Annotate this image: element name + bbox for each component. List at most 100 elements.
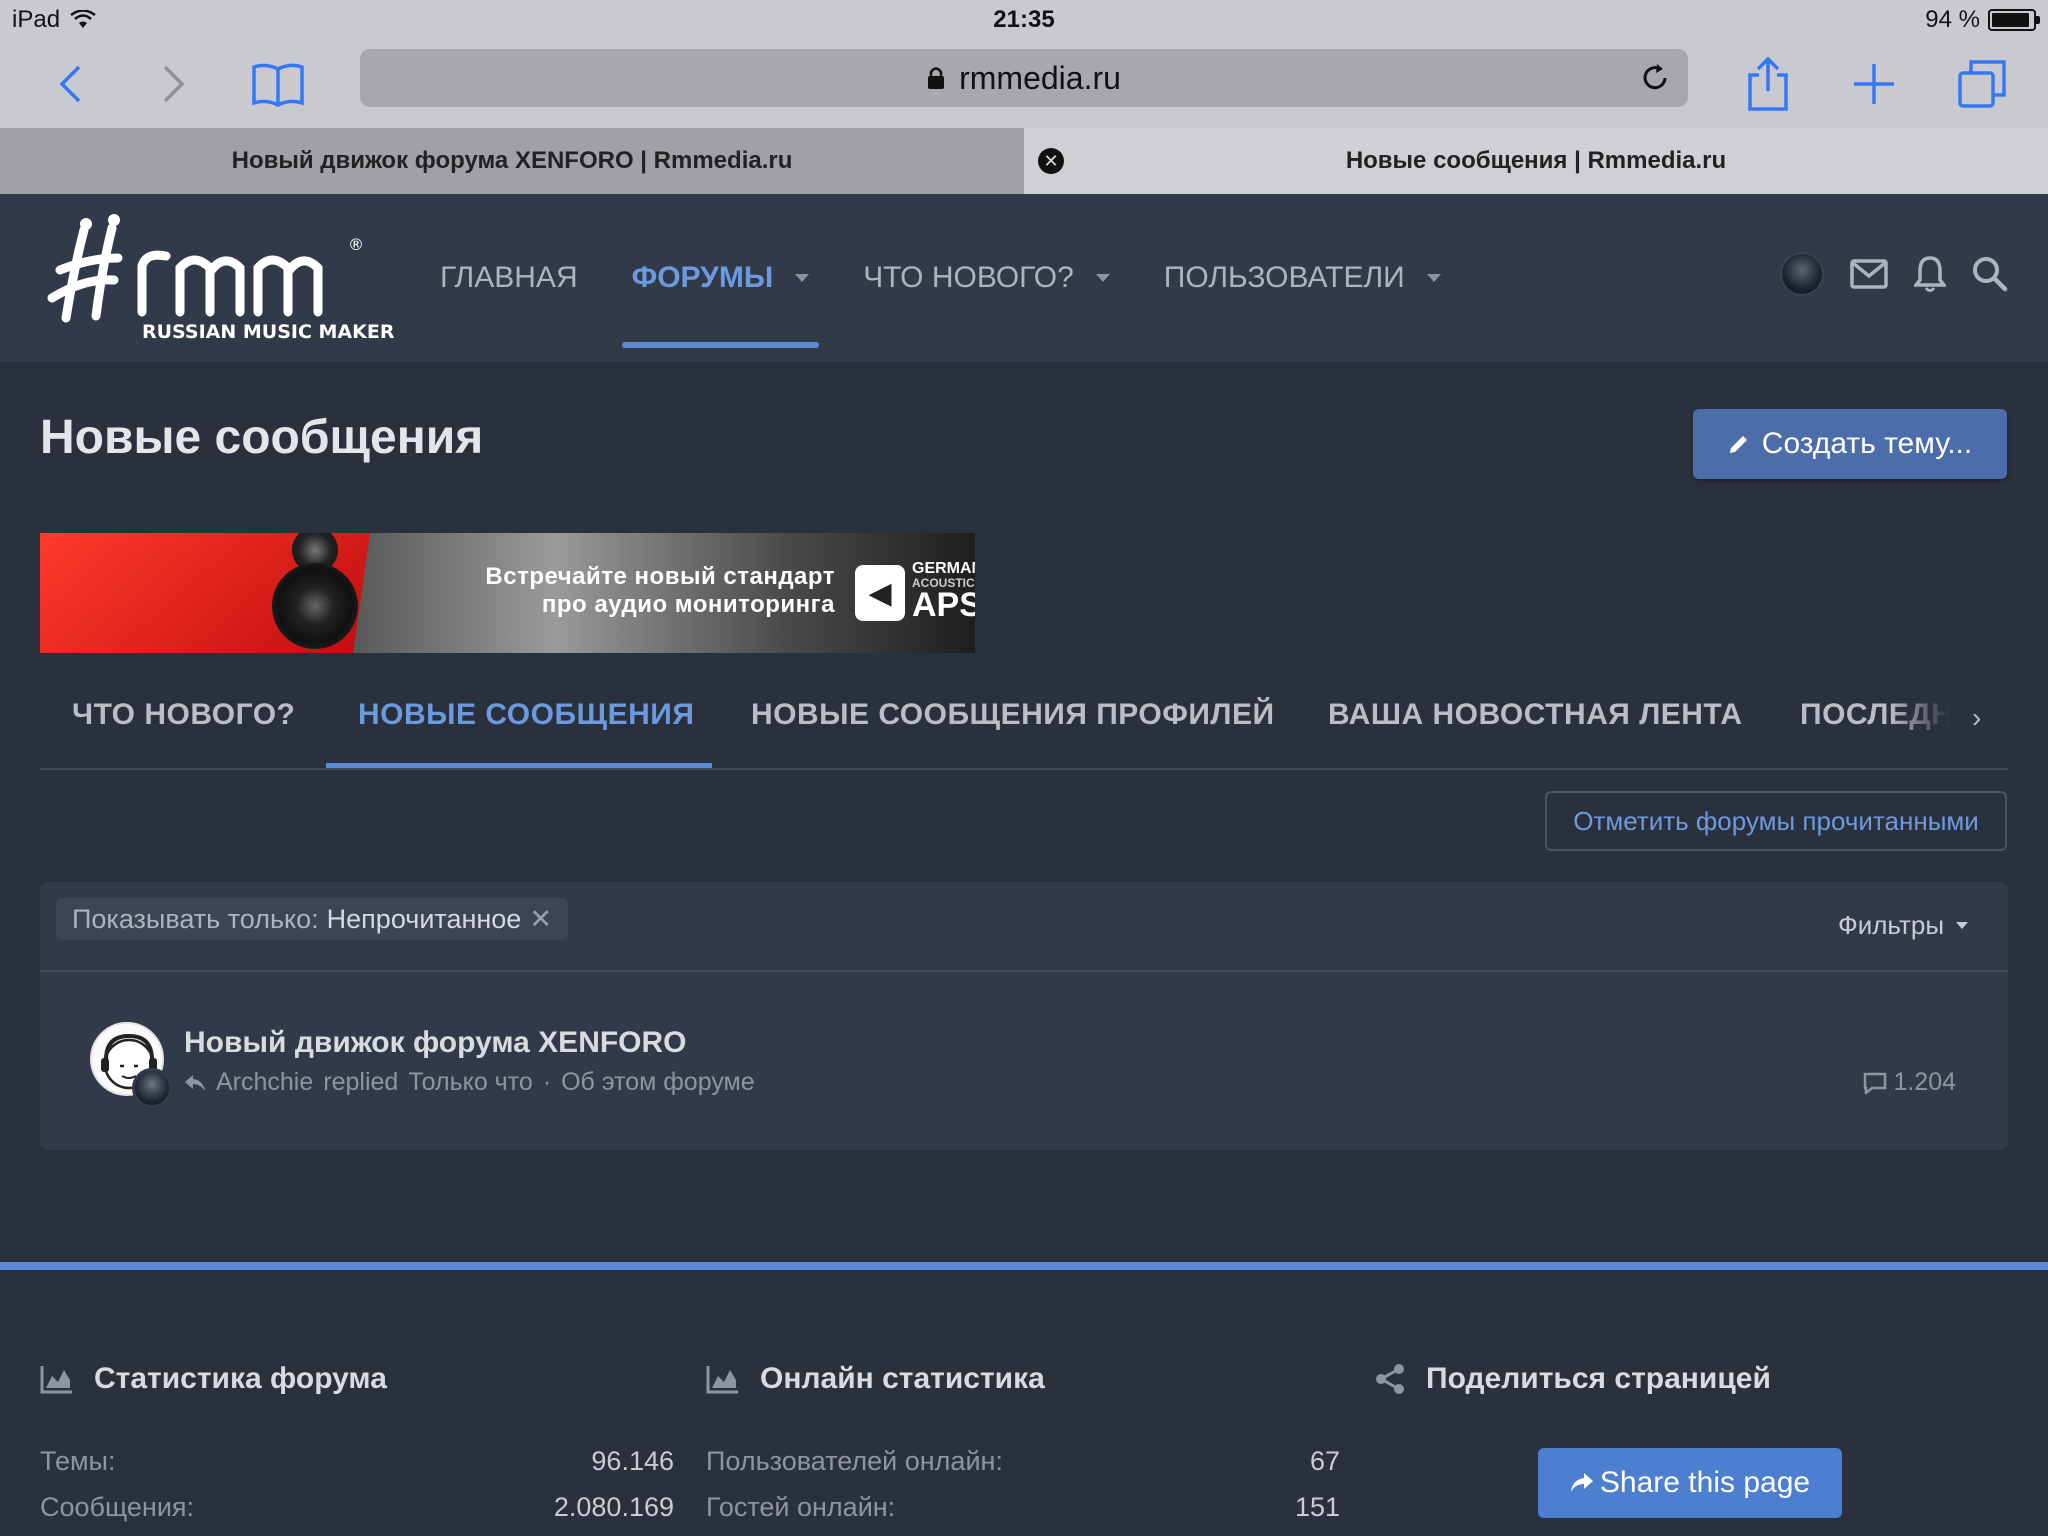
create-thread-button[interactable]: Создать тему... xyxy=(1693,409,2007,479)
nav-label: ГЛАВНАЯ xyxy=(440,261,578,294)
chevron-down-icon[interactable] xyxy=(795,274,810,282)
filters-label: Фильтры xyxy=(1837,910,1944,940)
share-heading: Поделиться страницей xyxy=(1426,1362,1771,1395)
reply-count-value: 1.204 xyxy=(1893,1068,1956,1096)
address-bar[interactable]: rmmedia.ru xyxy=(360,49,1688,107)
chevron-down-icon[interactable] xyxy=(1095,274,1110,282)
nav-active-indicator xyxy=(621,342,820,348)
share-this-page-button[interactable]: Share this page xyxy=(1538,1448,1842,1518)
tab-new-posts[interactable]: НОВЫЕ СООБЩЕНИЯ xyxy=(358,698,694,732)
battery-percent: 94 % xyxy=(1925,6,1980,33)
new-tab-icon xyxy=(1854,64,1894,104)
footer-accent-line xyxy=(0,1262,2048,1270)
share-icon xyxy=(1748,57,1788,111)
share-nodes-icon xyxy=(1376,1364,1404,1394)
browser-tab-title: Новый движок форума XENFORO | Rmmedia.ru xyxy=(231,147,793,174)
browser-tab-strip: Новый движок форума XENFORO | Rmmedia.ru… xyxy=(0,128,2048,194)
nav-label: ПОЛЬЗОВАТЕЛИ xyxy=(1163,261,1405,294)
user-avatar[interactable] xyxy=(1780,252,1824,296)
stat-value: 96.146 xyxy=(591,1446,674,1476)
nav-label: ЧТО НОВОГО? xyxy=(863,261,1074,294)
tab-whats-new[interactable]: ЧТО НОВОГО? xyxy=(72,698,295,732)
speaker-brand-icon: ◀ xyxy=(855,565,905,621)
url-text: rmmedia.ru xyxy=(959,59,1121,96)
tab-news-feed[interactable]: ВАША НОВОСТНАЯ ЛЕНТА xyxy=(1328,698,1743,732)
thread-row[interactable]: Новый движок форума XENFORO Archchie rep… xyxy=(40,974,2008,1150)
comment-icon xyxy=(1864,1072,1887,1094)
thread-action: replied xyxy=(323,1068,399,1096)
browser-tab-title: Новые сообщения | Rmmedia.ru xyxy=(1345,147,1727,174)
mark-forums-read-button[interactable]: Отметить форумы прочитанными xyxy=(1545,791,2007,851)
chevron-down-icon xyxy=(1956,922,1968,929)
thread-title[interactable]: Новый движок форума XENFORO xyxy=(184,1026,687,1060)
thread-list-block: Показывать только: Непрочитанное ✕ Фильт… xyxy=(40,882,2008,1150)
clock: 21:35 xyxy=(993,6,1055,33)
forward-button[interactable] xyxy=(142,52,206,116)
filter-bar: Показывать только: Непрочитанное ✕ Фильт… xyxy=(40,882,2008,972)
online-stats-heading: Онлайн статистика xyxy=(760,1362,1045,1395)
tab-active-indicator xyxy=(326,763,712,768)
last-poster-avatar[interactable] xyxy=(132,1068,172,1108)
banner-woofer xyxy=(272,563,358,649)
stat-row: Гостей онлайн: 151 xyxy=(706,1492,1340,1523)
browser-tab-1[interactable]: Новый движок форума XENFORO | Rmmedia.ru xyxy=(0,128,1024,194)
banner-brand-3: APS xyxy=(912,586,975,624)
bell-icon[interactable] xyxy=(1914,255,1946,293)
filter-value: Непрочитанное xyxy=(326,903,522,934)
tab-new-profile-posts[interactable]: НОВЫЕ СООБЩЕНИЯ ПРОФИЛЕЙ xyxy=(751,698,1275,732)
chevron-down-icon[interactable] xyxy=(1426,274,1441,282)
banner-line-2: про аудио мониторинга xyxy=(541,591,835,618)
search-icon[interactable] xyxy=(1972,256,2008,292)
share-button-label: Share this page xyxy=(1599,1466,1811,1499)
share-arrow-icon xyxy=(1570,1473,1593,1492)
chevron-right-icon[interactable]: › xyxy=(1972,702,1981,734)
filters-menu-button[interactable]: Фильтры xyxy=(1838,910,1968,941)
chart-icon xyxy=(40,1366,72,1394)
nav-members[interactable]: ПОЛЬЗОВАТЕЛИ xyxy=(1164,194,1441,362)
thread-time[interactable]: Только что xyxy=(408,1068,532,1097)
share-page-section: Поделиться страницей xyxy=(1374,1362,2008,1396)
stat-value: 151 xyxy=(1294,1492,1340,1522)
stat-label: Пользователей онлайн: xyxy=(706,1446,1003,1476)
banner-line-1: Встречайте новый стандарт xyxy=(485,563,835,590)
logo-caption: RUSSIAN MUSIC MAKERS xyxy=(142,321,394,343)
close-tab-icon[interactable]: ✕ xyxy=(1038,148,1064,174)
reload-icon[interactable] xyxy=(1640,63,1670,93)
stat-value: 2.080.169 xyxy=(553,1492,674,1522)
online-stats: Онлайн статистика Пользователей онлайн: … xyxy=(706,1362,1340,1522)
mail-icon[interactable] xyxy=(1850,259,1888,289)
nav-home[interactable]: ГЛАВНАЯ xyxy=(440,194,578,362)
banner-tagline: Встречайте новый стандарт про аудио мони… xyxy=(395,563,835,619)
meta-separator: · xyxy=(542,1068,552,1096)
tabs-icon xyxy=(1958,60,2006,108)
last-poster-name[interactable]: Archchie xyxy=(216,1068,313,1097)
filter-label: Показывать только: xyxy=(72,903,319,934)
nav-whats-new[interactable]: ЧТО НОВОГО? xyxy=(863,194,1110,362)
forum-stats: Статистика форума Темы: 96.146 Сообщения… xyxy=(40,1362,674,1522)
tab-latest[interactable]: ПОСЛЕДНЯЯ xyxy=(1800,698,1950,732)
page-title: Новые сообщения xyxy=(40,411,484,464)
site-logo[interactable]: ® RUSSIAN MUSIC MAKERS xyxy=(44,208,394,348)
battery-icon xyxy=(1988,9,2040,31)
status-bar: iPad 21:35 94 % xyxy=(0,0,2048,40)
nav-forums[interactable]: ФОРУМЫ xyxy=(621,194,820,362)
svg-text:®: ® xyxy=(348,235,364,254)
stat-label: Темы: xyxy=(40,1446,116,1476)
create-thread-label: Создать тему... xyxy=(1761,427,1973,460)
thread-meta: Archchie replied Только что · Об этом фо… xyxy=(184,1068,755,1097)
tabs-overview-button[interactable] xyxy=(1950,52,2014,116)
share-button[interactable] xyxy=(1736,52,1800,116)
pencil-icon xyxy=(1729,436,1747,453)
ad-banner[interactable]: Встречайте новый стандарт про аудио мони… xyxy=(40,533,975,653)
forum-stats-heading: Статистика форума xyxy=(94,1362,387,1395)
back-button[interactable] xyxy=(38,52,102,116)
stat-row: Сообщения: 2.080.169 xyxy=(40,1492,674,1523)
reply-icon xyxy=(185,1074,205,1091)
remove-filter-icon[interactable]: ✕ xyxy=(529,904,552,935)
browser-tab-2[interactable]: ✕ Новые сообщения | Rmmedia.ru xyxy=(1024,128,2048,194)
thread-forum[interactable]: Об этом форуме xyxy=(561,1068,755,1097)
active-filter-chip[interactable]: Показывать только: Непрочитанное ✕ xyxy=(56,898,568,940)
nav-label: ФОРУМЫ xyxy=(631,261,774,294)
new-tab-button[interactable] xyxy=(1842,52,1906,116)
bookmarks-button[interactable] xyxy=(246,52,310,116)
